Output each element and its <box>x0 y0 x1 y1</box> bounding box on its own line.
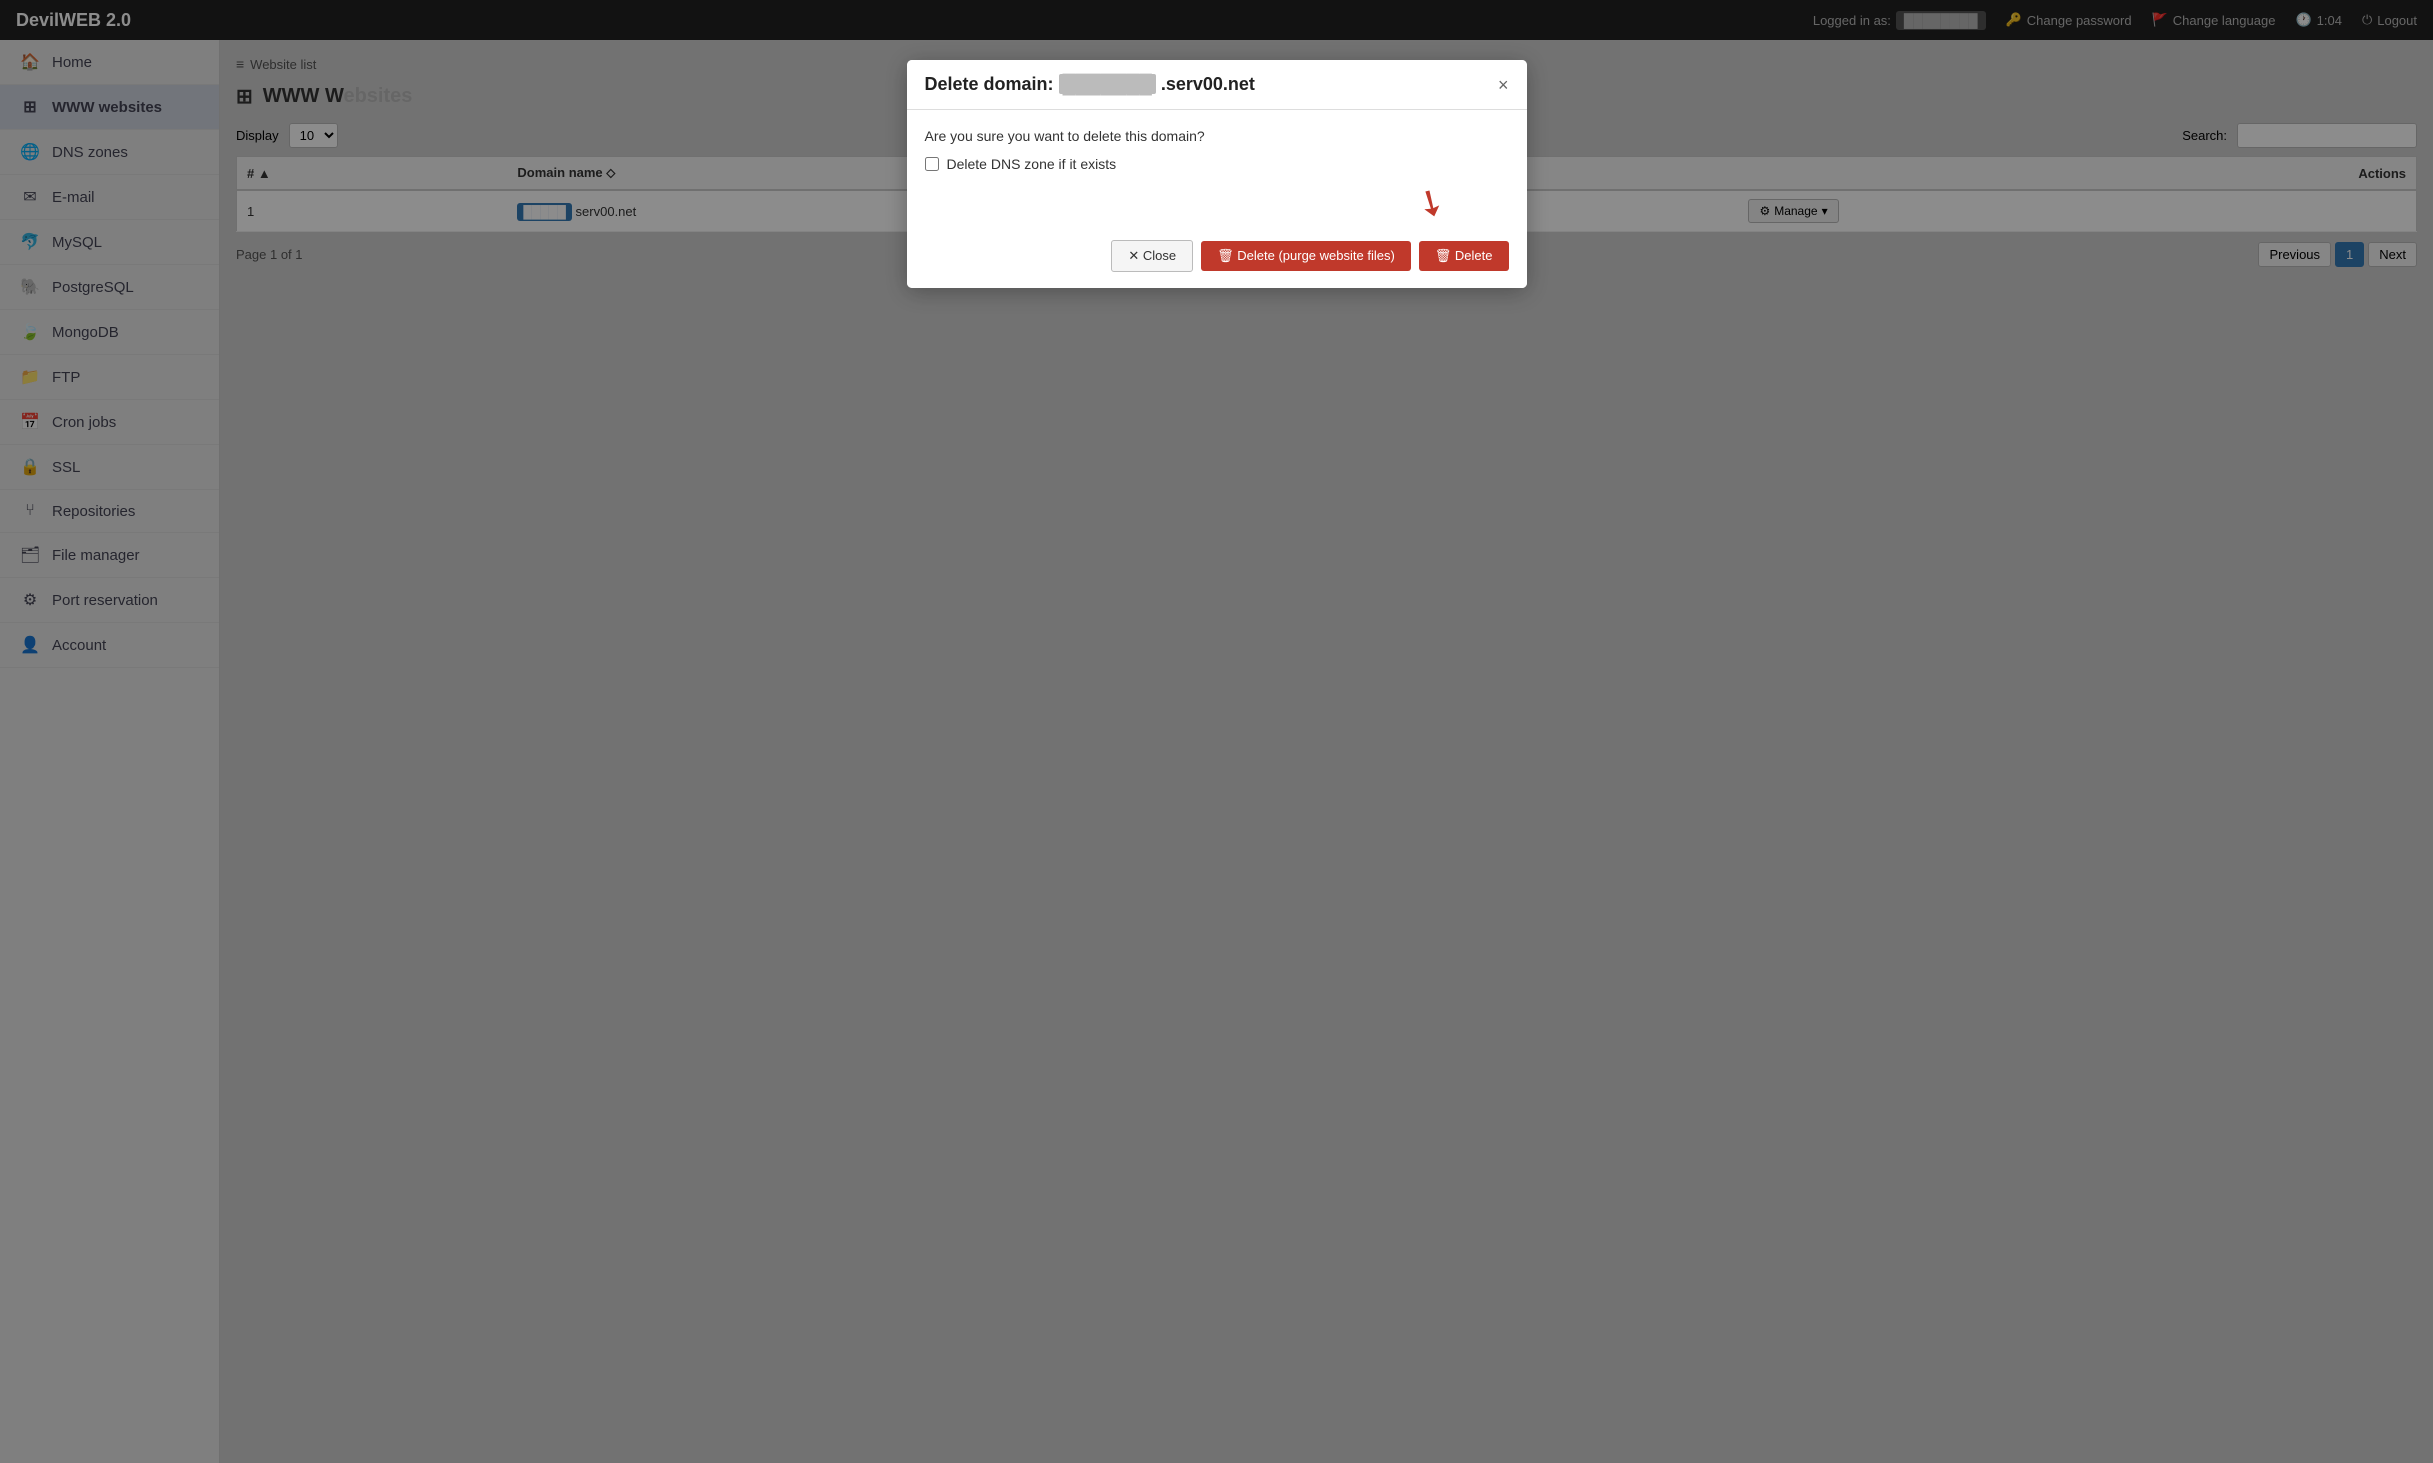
modal-domain-blurred: ███████ <box>1059 74 1156 94</box>
red-arrow-icon: ➘ <box>1408 177 1455 228</box>
modal-confirm-text: Are you sure you want to delete this dom… <box>925 128 1509 144</box>
modal-domain-suffix: .serv00.net <box>1161 74 1255 94</box>
modal-delete-purge-button[interactable]: 🗑 Delete (purge website files) <box>1201 241 1411 271</box>
delete-dns-checkbox[interactable] <box>925 157 939 171</box>
modal-close-x-button[interactable]: × <box>1498 76 1509 94</box>
delete-domain-modal: Delete domain: ███████ .serv00.net × Are… <box>907 60 1527 288</box>
modal-delete-button[interactable]: 🗑 Delete <box>1419 241 1509 271</box>
modal-title: Delete domain: ███████ .serv00.net <box>925 74 1255 95</box>
delete-dns-label: Delete DNS zone if it exists <box>947 156 1117 172</box>
modal-close-button[interactable]: ✕ Close <box>1111 240 1193 272</box>
modal-header: Delete domain: ███████ .serv00.net × <box>907 60 1527 110</box>
modal-overlay: Delete domain: ███████ .serv00.net × Are… <box>0 0 2433 1463</box>
modal-checkbox-row: Delete DNS zone if it exists <box>925 156 1509 172</box>
arrow-container: ➘ <box>907 182 1527 228</box>
modal-body: Are you sure you want to delete this dom… <box>907 110 1527 182</box>
modal-footer: ✕ Close 🗑 Delete (purge website files) 🗑… <box>907 228 1527 288</box>
